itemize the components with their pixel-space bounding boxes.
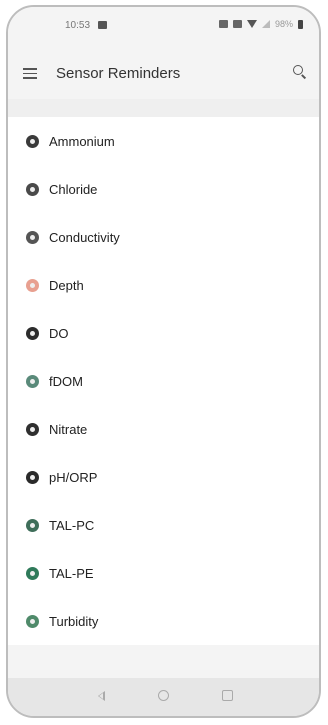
status-icons: 98% — [218, 19, 303, 29]
list-item[interactable]: Chloride — [8, 165, 319, 213]
status-bar: 10:53 98% — [8, 7, 319, 45]
hamburger-menu-icon[interactable] — [23, 68, 37, 79]
back-triangle-icon[interactable] — [98, 691, 105, 701]
home-circle-icon[interactable] — [158, 690, 169, 701]
tal-pe-sensor-icon — [26, 566, 39, 580]
battery-percent: 98% — [274, 19, 293, 29]
list-item[interactable]: DO — [8, 309, 319, 357]
turbidity-sensor-icon — [26, 614, 39, 628]
tal-pc-sensor-icon — [26, 518, 39, 532]
page-title: Sensor Reminders — [56, 65, 181, 82]
sensor-label: Ammonium — [49, 133, 115, 149]
sensor-label: Nitrate — [49, 421, 88, 437]
signal-icon — [261, 20, 270, 28]
divider-band — [8, 99, 319, 117]
search-icon[interactable] — [293, 65, 307, 79]
vibrate-icon — [232, 20, 242, 28]
conductivity-sensor-icon — [26, 230, 39, 244]
recents-square-icon[interactable] — [222, 690, 233, 701]
list-item[interactable]: Nitrate — [8, 405, 319, 453]
list-item[interactable]: TAL-PC — [8, 501, 319, 549]
list-item[interactable]: Conductivity — [8, 213, 319, 261]
sensor-label: pH/ORP — [49, 469, 98, 485]
list-item[interactable]: Turbidity — [8, 597, 319, 645]
nfc-icon — [218, 20, 228, 28]
system-nav-bar — [8, 678, 319, 716]
sensor-label: DO — [49, 325, 69, 341]
sensor-label: Turbidity — [49, 613, 99, 629]
battery-icon — [298, 19, 303, 29]
list-item[interactable]: Depth — [8, 261, 319, 309]
depth-sensor-icon — [26, 278, 39, 292]
do-sensor-icon — [26, 326, 39, 340]
sensor-label: Chloride — [49, 181, 98, 197]
ph-orp-sensor-icon — [26, 470, 39, 484]
sensor-label: Conductivity — [49, 229, 120, 245]
list-item[interactable]: Ammonium — [8, 117, 319, 165]
sensor-list: Ammonium Chloride Conductivity Depth DO fDOM N… — [8, 117, 319, 645]
sensor-label: Depth — [49, 277, 84, 293]
fdom-sensor-icon — [26, 374, 39, 388]
sensor-label: TAL-PE — [49, 565, 94, 581]
ammonium-sensor-icon — [26, 134, 39, 148]
status-time: 10:53 — [65, 20, 91, 31]
notification-icon — [98, 21, 107, 29]
list-item[interactable]: pH/ORP — [8, 453, 319, 501]
wifi-icon — [246, 20, 257, 28]
sensor-label: fDOM — [49, 373, 83, 389]
sensor-label: TAL-PC — [49, 517, 95, 533]
chloride-sensor-icon — [26, 182, 39, 196]
list-item[interactable]: fDOM — [8, 357, 319, 405]
list-item[interactable]: TAL-PE — [8, 549, 319, 597]
app-bar: Sensor Reminders — [8, 47, 319, 99]
phone-frame: 10:53 98% Sensor Reminders Ammonium Chlor… — [6, 5, 321, 718]
nitrate-sensor-icon — [26, 422, 39, 436]
